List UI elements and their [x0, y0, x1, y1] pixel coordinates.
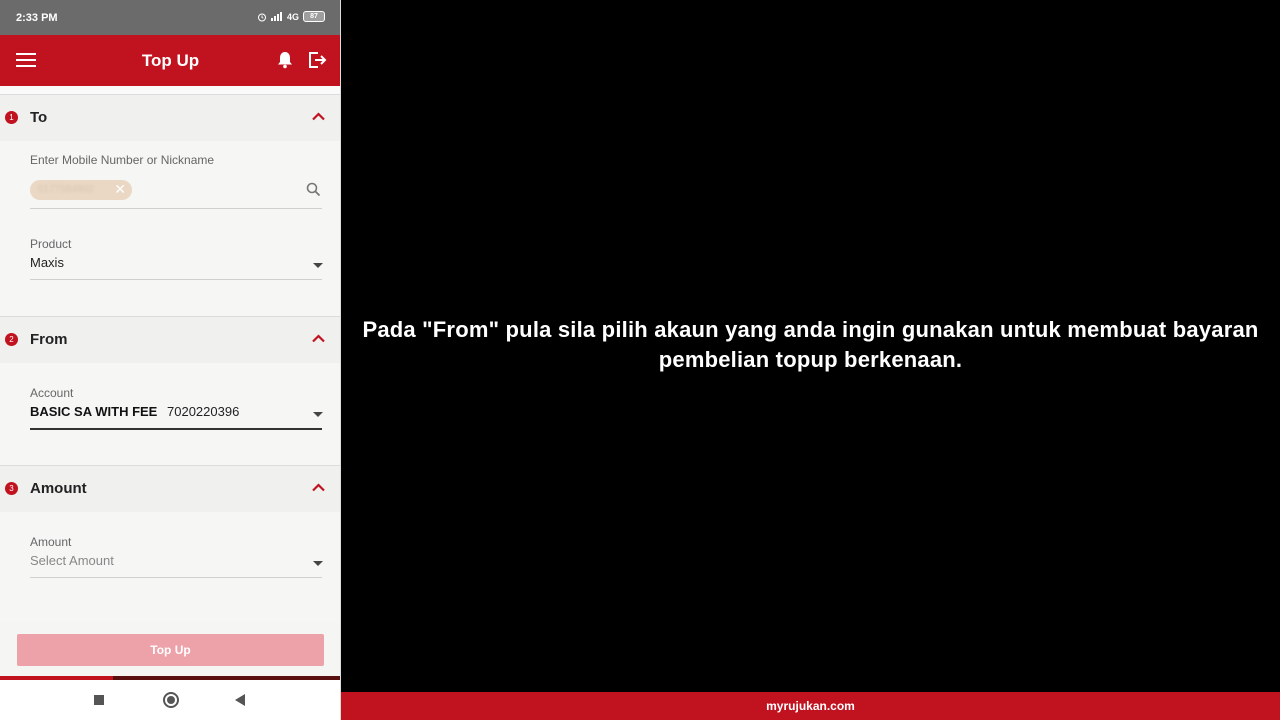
- signal-icon: [270, 12, 282, 21]
- recent-apps-icon[interactable]: [94, 695, 104, 705]
- section-title-to: To: [30, 109, 48, 126]
- status-icons: 4G 87: [257, 11, 325, 22]
- home-icon[interactable]: [163, 692, 179, 708]
- notification-bell-icon[interactable]: [277, 51, 293, 69]
- account-underline: [30, 428, 322, 430]
- chevron-up-icon[interactable]: [312, 112, 325, 121]
- instruction-caption: Pada "From" pula sila pilih akaun yang a…: [362, 317, 1259, 372]
- status-bar: 2:33 PM 4G 87: [0, 0, 341, 35]
- logout-icon[interactable]: [307, 50, 327, 70]
- alarm-icon: [257, 13, 266, 21]
- product-select[interactable]: Maxis: [30, 255, 64, 270]
- recipient-chip[interactable]: 0177584902 ✕: [30, 180, 132, 200]
- search-icon[interactable]: [306, 182, 321, 197]
- content-top-strip: [0, 86, 341, 94]
- remove-chip-icon[interactable]: ✕: [114, 181, 126, 198]
- mobile-number-label: Enter Mobile Number or Nickname: [30, 153, 215, 167]
- app-bar: Top Up: [0, 35, 341, 86]
- section-title-amount: Amount: [30, 480, 87, 497]
- chevron-up-icon[interactable]: [312, 483, 325, 492]
- account-name[interactable]: BASIC SA WITH FEE: [30, 404, 157, 419]
- product-dropdown-caret-icon[interactable]: [313, 263, 323, 268]
- recipient-chip-value: 0177584902: [38, 184, 94, 195]
- account-number[interactable]: 7020220396: [167, 404, 239, 419]
- section-body-to: [0, 141, 341, 316]
- mobile-number-underline: [30, 208, 322, 209]
- account-dropdown-caret-icon[interactable]: [313, 412, 323, 417]
- network-type: 4G: [286, 11, 299, 22]
- step-badge-1: 1: [5, 111, 18, 124]
- chevron-up-icon[interactable]: [312, 334, 325, 343]
- product-label: Product: [30, 237, 72, 251]
- watermark-footer: myrujukan.com: [341, 692, 1280, 720]
- section-title-from: From: [30, 331, 68, 348]
- amount-select[interactable]: Select Amount: [30, 553, 114, 568]
- product-underline: [30, 279, 322, 280]
- section-header-from[interactable]: 2 From: [0, 316, 341, 364]
- step-badge-3: 3: [5, 482, 18, 495]
- amount-label: Amount: [30, 535, 72, 549]
- status-time: 2:33 PM: [16, 12, 58, 24]
- back-icon[interactable]: [235, 694, 245, 706]
- account-label: Account: [30, 386, 74, 400]
- system-nav-bar: [0, 680, 341, 720]
- step-badge-2: 2: [5, 333, 18, 346]
- section-header-to[interactable]: 1 To: [0, 94, 341, 142]
- battery-icon: 87: [303, 11, 325, 22]
- amount-dropdown-caret-icon[interactable]: [313, 561, 323, 566]
- top-up-button[interactable]: Top Up: [17, 634, 324, 666]
- phone-screen: 2:33 PM 4G 87 Top Up 1 To Enter Mobile N…: [0, 0, 341, 720]
- amount-underline: [30, 577, 322, 578]
- section-header-amount[interactable]: 3 Amount: [0, 465, 341, 513]
